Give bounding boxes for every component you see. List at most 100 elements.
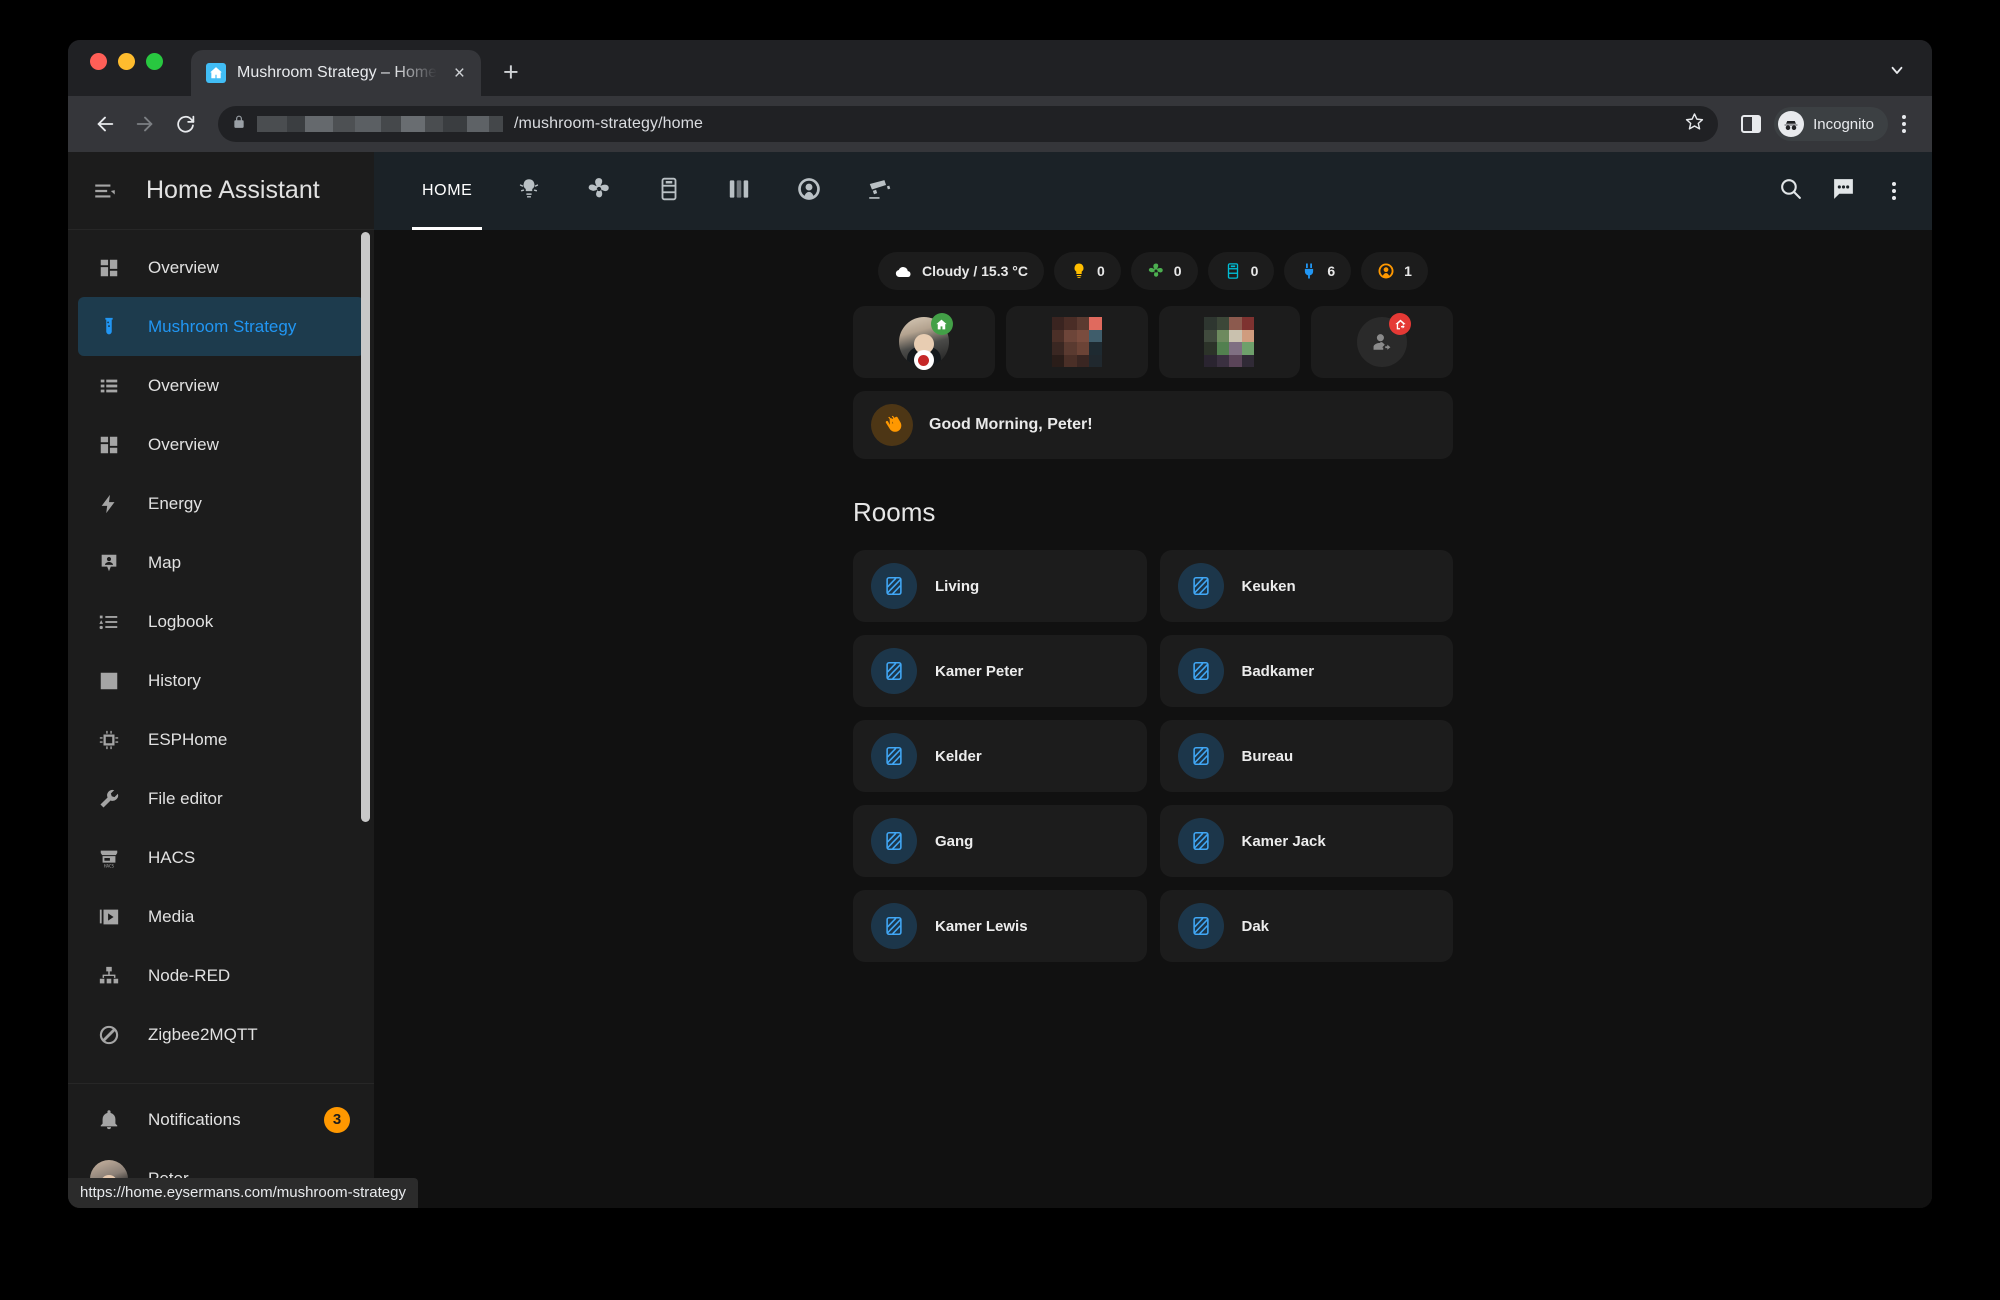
sidebar-header: Home Assistant	[68, 152, 374, 230]
room-card-gang[interactable]: Gang	[853, 805, 1147, 877]
sidebar-item-overview-3[interactable]: Overview	[78, 415, 364, 474]
room-card-dak[interactable]: Dak	[1159, 890, 1453, 962]
browser-tab[interactable]: Mushroom Strategy – Home As ×	[191, 50, 481, 96]
tab-home-label: HOME	[422, 182, 473, 199]
tab-appliances[interactable]	[634, 152, 704, 230]
tab-lights[interactable]	[494, 152, 564, 230]
tab-home[interactable]: HOME	[400, 152, 494, 230]
sidebar-item-label: Overview	[148, 257, 219, 277]
person-card[interactable]	[1005, 306, 1148, 378]
room-card-kamer-peter[interactable]: Kamer Peter	[853, 635, 1147, 707]
tab-cameras[interactable]	[844, 152, 914, 230]
texture-box-icon	[1177, 648, 1224, 694]
person-card[interactable]	[1158, 306, 1301, 378]
room-label: Kamer Peter	[935, 662, 1024, 680]
sidebar-item-notifications[interactable]: Notifications 3	[78, 1090, 364, 1149]
chip-fans[interactable]: 0	[1130, 252, 1198, 290]
room-card-badkamer[interactable]: Badkamer	[1159, 635, 1453, 707]
sidebar-item-logbook[interactable]: Logbook	[78, 592, 364, 651]
tab-media-players[interactable]	[774, 152, 844, 230]
view-dashboard-icon	[96, 255, 122, 281]
sidebar-item-mushroom-strategy[interactable]: Mushroom Strategy	[78, 297, 364, 356]
room-label: Living	[935, 577, 980, 595]
chevron-down-icon[interactable]	[1888, 61, 1906, 83]
collapse-menu-icon[interactable]	[92, 178, 118, 204]
search-icon[interactable]	[1778, 176, 1803, 206]
assist-chat-icon[interactable]	[1831, 176, 1856, 206]
sidebar-item-label: Overview	[148, 375, 219, 395]
sidebar-item-zigbee2mqtt[interactable]: Zigbee2MQTT	[78, 1005, 364, 1064]
sidebar-title: Home Assistant	[146, 176, 320, 204]
overflow-menu-icon[interactable]	[1884, 182, 1904, 200]
texture-box-icon	[871, 733, 917, 779]
lock-icon	[232, 114, 246, 135]
profile-incognito-button[interactable]: Incognito	[1774, 107, 1888, 141]
new-tab-button[interactable]: +	[503, 59, 519, 86]
ha-toolbar-actions	[1778, 176, 1904, 206]
room-label: Gang	[935, 832, 974, 850]
sidebar-item-hacs[interactable]: HACS HACS	[78, 828, 364, 887]
bookmark-star-icon[interactable]	[1685, 112, 1704, 136]
chip-label: 6	[1327, 263, 1336, 279]
close-window-button[interactable]	[90, 52, 107, 70]
person-card[interactable]	[853, 306, 995, 378]
person-card[interactable]	[1311, 306, 1453, 378]
room-card-kamer-lewis[interactable]: Kamer Lewis	[853, 890, 1147, 962]
sidebar-item-node-red[interactable]: Node-RED	[78, 946, 364, 1005]
home-icon	[930, 313, 953, 335]
lightbulb-icon	[1070, 262, 1088, 280]
room-label: Kamer Lewis	[935, 917, 1028, 935]
room-label: Kelder	[935, 747, 982, 765]
waving-hand-icon	[871, 404, 913, 446]
sidebar-item-media[interactable]: Media	[78, 887, 364, 946]
room-card-living[interactable]: Living	[853, 550, 1147, 622]
sidebar-item-map[interactable]: Map	[78, 533, 364, 592]
sidebar-item-history[interactable]: History	[78, 651, 364, 710]
chip-appliances[interactable]: 0	[1207, 252, 1275, 290]
ha-dashboard: Cloudy / 15.3 °C 0 0 0 6 1 Good Morning,…	[374, 230, 1932, 1208]
room-card-kelder[interactable]: Kelder	[853, 720, 1147, 792]
texture-box-icon	[1177, 563, 1224, 609]
room-card-bureau[interactable]: Bureau	[1159, 720, 1453, 792]
room-card-keuken[interactable]: Keuken	[1159, 550, 1453, 622]
chip-label: 0	[1096, 263, 1105, 279]
sidebar-item-file-editor[interactable]: File editor	[78, 769, 364, 828]
sidebar-item-label: File editor	[148, 788, 223, 808]
reload-icon[interactable]	[168, 107, 202, 141]
format-list-bulleted-icon	[96, 609, 122, 635]
tab-fans[interactable]	[564, 152, 634, 230]
sidebar-item-overview-1[interactable]: Overview	[78, 238, 364, 297]
speaker-icon	[1377, 262, 1395, 280]
svg-text:HACS: HACS	[104, 863, 115, 868]
chart-box-icon	[96, 668, 122, 694]
avatar-blurred	[1051, 317, 1102, 367]
side-panel-icon[interactable]	[1734, 107, 1768, 141]
tab-covers[interactable]	[704, 152, 774, 230]
close-tab-button[interactable]: ×	[450, 60, 469, 87]
chip-weather[interactable]: Cloudy / 15.3 °C	[878, 252, 1044, 290]
minimize-window-button[interactable]	[118, 52, 135, 70]
view-dashboard-icon	[96, 432, 122, 458]
sidebar-item-esphome[interactable]: ESPHome	[78, 710, 364, 769]
rooms-grid: Living Keuken Kamer Peter Badkamer Kelde…	[853, 550, 1453, 962]
sidebar-item-label: Notifications	[148, 1109, 241, 1129]
back-icon[interactable]	[88, 107, 122, 141]
maximize-window-button[interactable]	[146, 52, 163, 70]
sidebar-item-energy[interactable]: Energy	[78, 474, 364, 533]
texture-box-icon	[871, 563, 917, 609]
chip-media-players[interactable]: 1	[1361, 252, 1428, 290]
address-bar[interactable]: /mushroom-strategy/home	[218, 106, 1719, 142]
target-icon	[913, 350, 934, 370]
browser-toolbar: /mushroom-strategy/home Incognito	[68, 96, 1932, 152]
sidebar-item-label: Node-RED	[148, 965, 231, 985]
chip-switches[interactable]: 6	[1284, 252, 1352, 290]
chip-lights[interactable]: 0	[1053, 252, 1121, 290]
sidebar-item-overview-2[interactable]: Overview	[78, 356, 364, 415]
three-dot-menu-icon[interactable]	[1894, 115, 1914, 133]
forward-icon[interactable]	[128, 107, 162, 141]
greeting-card[interactable]: Good Morning, Peter!	[853, 391, 1453, 459]
room-card-kamer-jack[interactable]: Kamer Jack	[1159, 805, 1453, 877]
sidebar-scrollbar[interactable]	[361, 232, 370, 822]
texture-box-icon	[1177, 903, 1224, 949]
chip-label: 0	[1173, 263, 1182, 279]
